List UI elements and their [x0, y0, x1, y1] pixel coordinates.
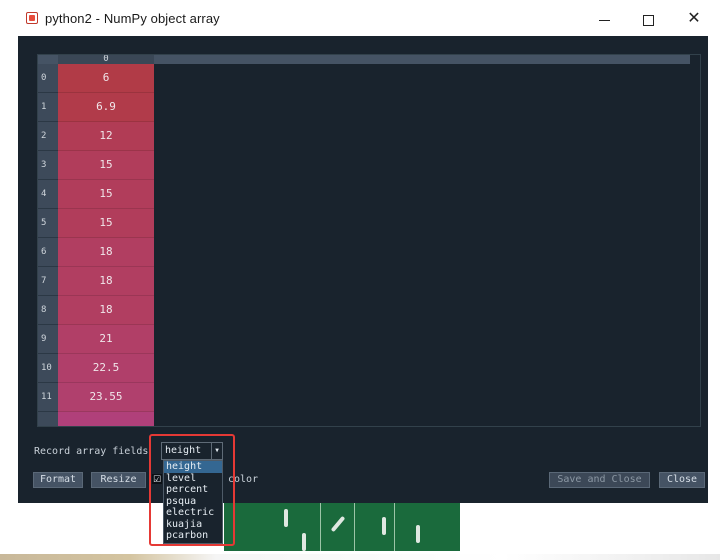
background-detail [416, 525, 420, 543]
close-button[interactable]: Close [659, 472, 705, 488]
table-row: 4 15 [38, 180, 690, 209]
minimize-button[interactable] [590, 8, 618, 30]
background-detail [302, 533, 306, 551]
row-header[interactable]: 4 [38, 180, 58, 209]
table-cell[interactable]: 15 [58, 209, 154, 238]
table-row: 3 15 [38, 151, 690, 180]
table-row: 9 21 [38, 325, 690, 354]
background-detail [320, 503, 321, 551]
table-row: 10 22.5 [38, 354, 690, 383]
row-header[interactable]: 1 [38, 93, 58, 122]
table-cell[interactable] [58, 412, 154, 426]
row-header[interactable]: 3 [38, 151, 58, 180]
table-cell[interactable]: 22.5 [58, 354, 154, 383]
table-corner [38, 55, 58, 64]
table-row: 2 12 [38, 122, 690, 151]
table-cell[interactable]: 18 [58, 267, 154, 296]
format-button[interactable]: Format [33, 472, 83, 488]
table-row: 6 18 [38, 238, 690, 267]
highlight-box [149, 434, 235, 546]
row-header[interactable]: 9 [38, 325, 58, 354]
table-cell[interactable]: 6.9 [58, 93, 154, 122]
table-row: 5 15 [38, 209, 690, 238]
column-header-0[interactable]: 0 [58, 55, 154, 64]
row-header[interactable]: 6 [38, 238, 58, 267]
maximize-button[interactable] [634, 8, 662, 30]
background-detail [284, 509, 288, 527]
row-header[interactable]: 0 [38, 64, 58, 93]
table-cell[interactable]: 21 [58, 325, 154, 354]
background-detail [354, 503, 355, 551]
row-header[interactable]: 11 [38, 383, 58, 412]
row-header[interactable]: 5 [38, 209, 58, 238]
table-row: 7 18 [38, 267, 690, 296]
table-cell[interactable]: 23.55 [58, 383, 154, 412]
background-detail [330, 515, 346, 533]
close-icon: ✕ [687, 10, 701, 27]
window-titlebar: python2 - NumPy object array ✕ [0, 0, 720, 36]
table-row-partial [38, 412, 690, 426]
close-window-button[interactable]: ✕ [680, 8, 708, 30]
table-row: 06 [38, 64, 690, 93]
table-cell[interactable]: 15 [58, 180, 154, 209]
row-header[interactable]: 7 [38, 267, 58, 296]
table-cell[interactable]: 6 [58, 64, 154, 93]
table-row: 11 23.55 [38, 383, 690, 412]
record-fields-label: Record array fields [34, 446, 149, 457]
column-header-bar: 0 [58, 55, 690, 64]
array-editor-window: 0 0 6 1 6.9 2 12 3 15 4 15 5 15 6 18 7 18 8 18 9 21 10 22.5 11… [18, 36, 708, 503]
background-detail [394, 503, 395, 551]
table-cell[interactable]: 18 [58, 238, 154, 267]
table-row: 1 6.9 [38, 93, 690, 122]
table-cell[interactable]: 12 [58, 122, 154, 151]
maximize-icon [642, 14, 654, 26]
taskbar-strip [0, 554, 720, 560]
row-header[interactable]: 8 [38, 296, 58, 325]
window-title: python2 - NumPy object array [45, 11, 220, 26]
table-row: 8 18 [38, 296, 690, 325]
table-cell[interactable]: 18 [58, 296, 154, 325]
background-detail [382, 517, 386, 535]
array-table: 0 0 6 1 6.9 2 12 3 15 4 15 5 15 6 18 7 18 8 18 9 21 10 22.5 11… [37, 54, 701, 427]
row-header[interactable]: 2 [38, 122, 58, 151]
minimize-icon [598, 19, 610, 21]
background-image [224, 503, 460, 551]
save-and-close-button[interactable]: Save and Close [549, 472, 650, 488]
row-header[interactable]: 10 [38, 354, 58, 383]
row-header[interactable] [38, 412, 58, 426]
table-cell[interactable]: 15 [58, 151, 154, 180]
resize-button[interactable]: Resize [91, 472, 146, 488]
spyder-icon [26, 12, 38, 24]
